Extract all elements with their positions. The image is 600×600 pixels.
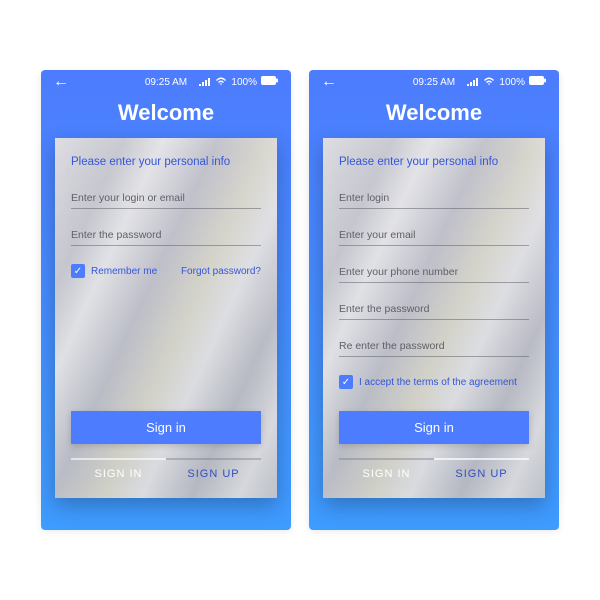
wifi-icon (483, 76, 495, 89)
wifi-icon (215, 76, 227, 89)
login-input[interactable] (71, 186, 261, 209)
signal-icon (467, 76, 479, 89)
terms-checkbox[interactable]: ✓ I accept the terms of the agreement (339, 375, 529, 389)
battery-pct: 100% (499, 77, 525, 88)
password2-input[interactable] (339, 334, 529, 357)
back-icon[interactable]: ← (321, 74, 337, 90)
terms-label: I accept the terms of the agreement (359, 377, 517, 388)
remember-label: Remember me (91, 266, 157, 277)
form-panel: Please enter your personal info ✓ Rememb… (55, 138, 277, 498)
email-input[interactable] (339, 223, 529, 246)
page-title: Welcome (41, 100, 291, 126)
subtitle: Please enter your personal info (71, 156, 261, 168)
check-icon: ✓ (71, 264, 85, 278)
back-icon[interactable]: ← (53, 74, 69, 90)
status-time: 09:25 AM (145, 77, 187, 88)
page-title: Welcome (309, 100, 559, 126)
signin-button[interactable]: Sign in (339, 411, 529, 444)
signin-screen: ← 09:25 AM 100% Welcome Please enter you… (41, 70, 291, 530)
forgot-link[interactable]: Forgot password? (181, 266, 261, 277)
subtitle: Please enter your personal info (339, 156, 529, 168)
tab-signup[interactable]: SIGN UP (166, 458, 261, 486)
signup-screen: ← 09:25 AM 100% Welcome Please enter you… (309, 70, 559, 530)
check-icon: ✓ (339, 375, 353, 389)
status-bar: ← 09:25 AM 100% (41, 70, 291, 94)
status-time: 09:25 AM (413, 77, 455, 88)
battery-icon (529, 76, 547, 88)
battery-pct: 100% (231, 77, 257, 88)
remember-checkbox[interactable]: ✓ Remember me (71, 264, 157, 278)
tab-signup[interactable]: SIGN UP (434, 458, 529, 486)
tab-signin[interactable]: SIGN IN (339, 458, 434, 486)
form-panel: Please enter your personal info ✓ I acce… (323, 138, 545, 498)
tab-signin[interactable]: SIGN IN (71, 458, 166, 486)
login-input[interactable] (339, 186, 529, 209)
signal-icon (199, 76, 211, 89)
password-input[interactable] (339, 297, 529, 320)
status-bar: ← 09:25 AM 100% (309, 70, 559, 94)
battery-icon (261, 76, 279, 88)
password-input[interactable] (71, 223, 261, 246)
phone-input[interactable] (339, 260, 529, 283)
signin-button[interactable]: Sign in (71, 411, 261, 444)
